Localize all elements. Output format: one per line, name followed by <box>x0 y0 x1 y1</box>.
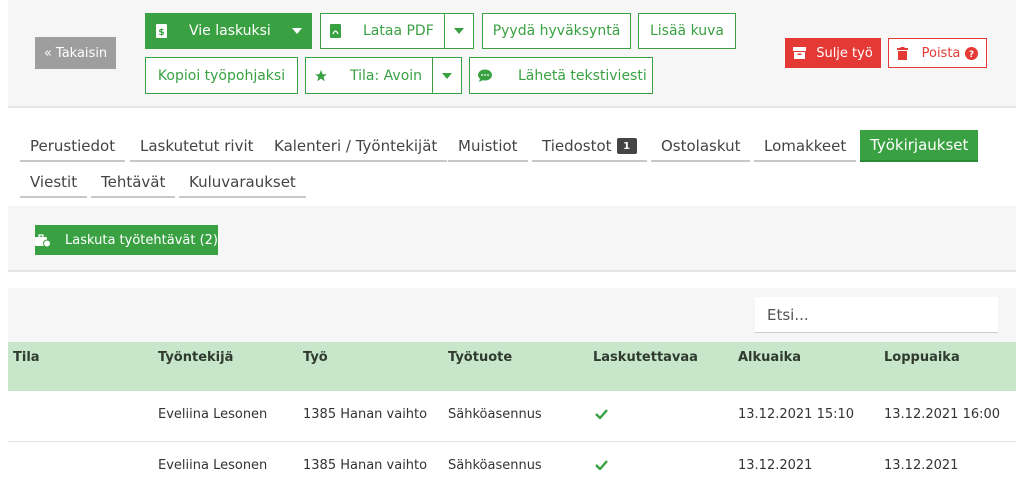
cell-employee: Eveliina Lesonen <box>158 407 268 422</box>
column-header[interactable]: Laskutettavaa <box>593 350 698 365</box>
file-count-badge: 1 <box>616 138 637 154</box>
check-icon <box>595 408 608 423</box>
search-input[interactable] <box>755 297 998 333</box>
column-header[interactable]: Työ <box>303 350 328 365</box>
tab-label: Kalenteri / Työntekijät <box>274 137 438 155</box>
chat-bubble-icon <box>478 69 492 82</box>
add-image-label: Lisää kuva <box>649 23 724 39</box>
tab-lomakkeet[interactable]: Lomakkeet <box>754 132 857 162</box>
back-button[interactable]: « Takaisin <box>35 37 116 69</box>
tab-kalenteri[interactable]: Kalenteri / Työntekijät <box>264 132 448 162</box>
column-header[interactable]: Alkuaika <box>738 350 801 365</box>
tab-label: Tiedostot <box>542 137 612 155</box>
tab-kuluvaraukset[interactable]: Kuluvaraukset <box>179 168 306 198</box>
cell-start-time: 13.12.2021 <box>738 458 813 473</box>
invoice-tasks-label: Laskuta työtehtävät (2) <box>65 232 218 248</box>
delete-label: Poista <box>921 45 961 61</box>
send-sms-label: Lähetä tekstiviesti <box>518 67 647 84</box>
tab-label: Laskutetut rivit <box>140 137 254 155</box>
tab-ostolaskut[interactable]: Ostolaskut <box>651 132 751 162</box>
tab-label: Työkirjaukset <box>870 136 969 154</box>
column-header[interactable]: Loppuaika <box>884 350 960 365</box>
status-dropdown-toggle[interactable] <box>432 58 461 93</box>
tab-label: Kuluvaraukset <box>189 173 296 191</box>
request-approval-label: Pyydä hyväksyntä <box>492 23 621 39</box>
copy-template-button[interactable]: Kopioi työpohjaksi <box>145 57 298 94</box>
cell-end-time: 13.12.2021 16:00 <box>884 407 1001 422</box>
table-row[interactable]: Eveliina Lesonen 1385 Hanan vaihto Sähkö… <box>8 442 1016 492</box>
request-approval-button[interactable]: Pyydä hyväksyntä <box>482 13 631 49</box>
tab-laskutetut-rivit[interactable]: Laskutetut rivit <box>130 132 264 162</box>
column-header[interactable]: Työtuote <box>448 350 512 365</box>
tab-label: Tehtävät <box>101 173 166 191</box>
svg-text:$: $ <box>158 28 164 38</box>
invoice-button-label: Vie laskuksi <box>189 23 271 39</box>
cell-job: 1385 Hanan vaihto <box>303 407 428 422</box>
cell-product: Sähköasennus <box>448 458 542 473</box>
tab-label: Viestit <box>30 173 78 191</box>
status-label: Tila: Avoin <box>350 67 423 84</box>
svg-text:?: ? <box>969 50 974 60</box>
tab-label: Lomakkeet <box>764 137 847 155</box>
back-button-label: « Takaisin <box>43 45 108 61</box>
cell-start-time: 13.12.2021 15:10 <box>738 407 855 422</box>
cell-job: 1385 Hanan vaihto <box>303 458 428 473</box>
tab-label: Muistiot <box>458 137 518 155</box>
pdf-dropdown-toggle[interactable] <box>444 14 473 48</box>
tab-tiedostot[interactable]: Tiedostot 1 <box>532 132 647 162</box>
invoice-tasks-button[interactable]: Laskuta työtehtävät (2) <box>35 225 218 255</box>
trash-icon <box>896 46 908 60</box>
table-row[interactable]: Eveliina Lesonen 1385 Hanan vaihto Sähkö… <box>8 391 1016 442</box>
send-sms-button[interactable]: Lähetä tekstiviesti <box>469 57 653 94</box>
close-job-button[interactable]: Sulje työ <box>785 38 881 68</box>
cell-product: Sähköasennus <box>448 407 542 422</box>
copy-template-label: Kopioi työpohjaksi <box>157 67 286 84</box>
invoice-file-icon: $ <box>156 24 167 38</box>
status-button[interactable]: Tila: Avoin <box>305 57 462 94</box>
tab-label: Ostolaskut <box>661 137 741 155</box>
help-icon[interactable]: ? <box>965 46 979 60</box>
tab-tehtavat[interactable]: Tehtävät <box>91 168 176 198</box>
close-job-label: Sulje työ <box>816 45 873 61</box>
check-icon <box>595 459 608 474</box>
invoice-button[interactable]: $ Vie laskuksi <box>145 13 312 49</box>
tab-viestit[interactable]: Viestit <box>20 168 88 198</box>
chevron-down-icon <box>292 28 302 34</box>
chevron-down-icon <box>442 72 452 79</box>
briefcase-money-icon <box>35 233 51 247</box>
star-icon <box>314 69 328 83</box>
column-header[interactable]: Tila <box>13 350 40 365</box>
cell-employee: Eveliina Lesonen <box>158 458 268 473</box>
pdf-file-icon <box>330 24 341 38</box>
chevron-down-icon <box>454 28 464 34</box>
column-header[interactable]: Työntekijä <box>158 350 233 365</box>
tab-perustiedot[interactable]: Perustiedot <box>20 132 126 162</box>
table-header: Tila Työntekijä Työ Työtuote Laskutettav… <box>8 342 1016 391</box>
download-pdf-label: Lataa PDF <box>363 23 434 39</box>
invoice-dropdown-toggle[interactable] <box>283 14 311 48</box>
add-image-button[interactable]: Lisää kuva <box>638 13 736 49</box>
delete-button[interactable]: Poista ? <box>888 38 987 68</box>
download-pdf-button[interactable]: Lataa PDF <box>320 13 474 49</box>
tab-label: Perustiedot <box>30 137 116 155</box>
archive-icon <box>793 47 807 59</box>
tab-muistiot[interactable]: Muistiot <box>448 132 528 162</box>
cell-end-time: 13.12.2021 <box>884 458 959 473</box>
tab-tyokirjaukset[interactable]: Työkirjaukset <box>860 130 979 162</box>
